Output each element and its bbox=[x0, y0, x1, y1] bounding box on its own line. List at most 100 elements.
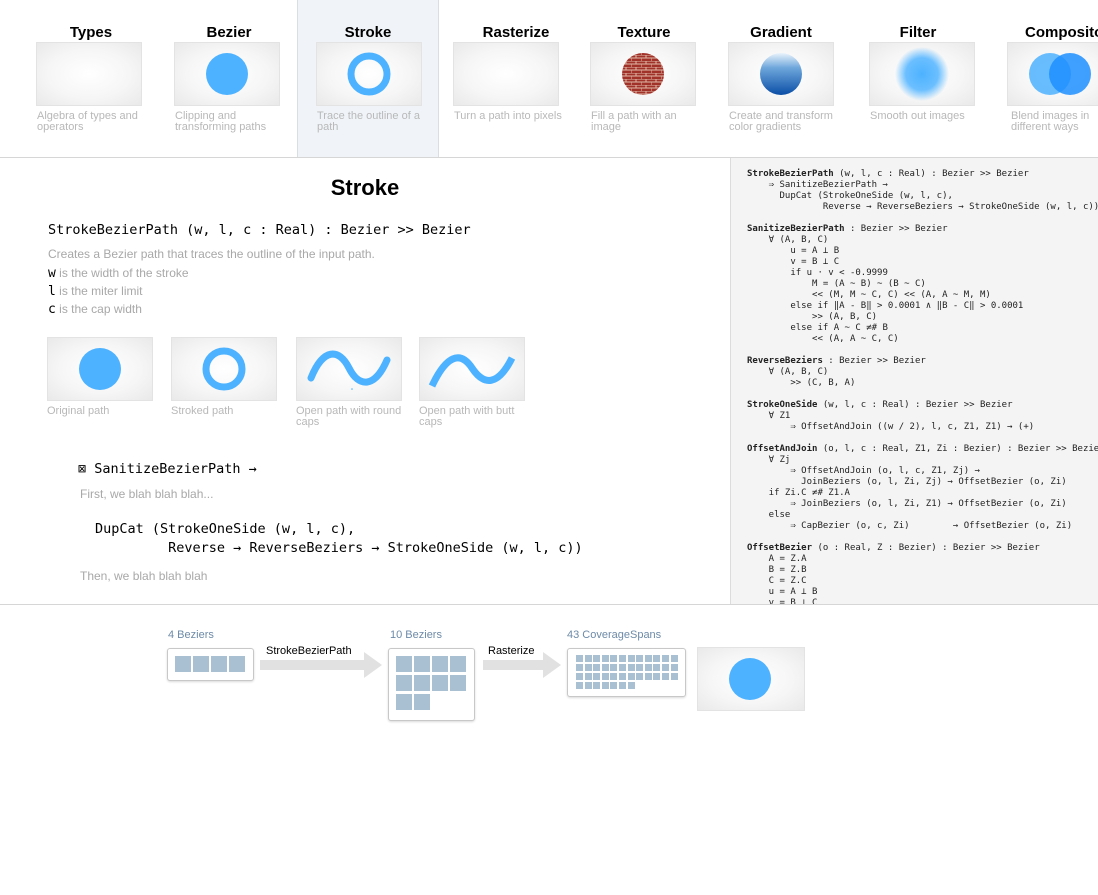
pipeline-square bbox=[636, 655, 644, 662]
code-panel-line: StrokeOneSide (w, l, c : Real) : Bezier … bbox=[747, 400, 1098, 411]
tab-stroke[interactable]: Stroke Trace the outline of a path bbox=[297, 0, 439, 157]
step-header-sanitize[interactable]: ⊠ SanitizeBezierPath → bbox=[78, 461, 257, 477]
code-text: else bbox=[747, 510, 791, 520]
step-first-note: First, we blah blah blah... bbox=[80, 487, 214, 501]
code-block: DupCat (StrokeOneSide (w, l, c), Reverse… bbox=[95, 520, 583, 558]
wave-butt-caps-icon bbox=[428, 354, 516, 388]
pipeline-square bbox=[396, 694, 412, 710]
arrow-right-icon bbox=[483, 652, 561, 678]
code-panel-line: ⇒ OffsetAndJoin (o, l, c, Z1, Zj) → bbox=[747, 466, 1098, 477]
param-text: is the miter limit bbox=[55, 284, 143, 298]
stage-label-coverage-spans: 43 CoverageSpans bbox=[567, 629, 662, 641]
tab-thumbnail-texture bbox=[590, 42, 696, 106]
code-panel-line: ReverseBeziers : Bezier >> Bezier bbox=[747, 356, 1098, 367]
tab-description: Create and transform color gradients bbox=[729, 110, 833, 133]
brick-texture-icon bbox=[622, 53, 664, 95]
tab-rasterize[interactable]: Rasterize Turn a path into pixels bbox=[437, 0, 575, 157]
tab-title: Bezier bbox=[206, 24, 252, 41]
pipeline-square bbox=[653, 655, 661, 662]
code-text: DupCat (StrokeOneSide (w, l, c), bbox=[747, 191, 953, 201]
pipeline-square bbox=[432, 675, 448, 691]
tab-title: Texture bbox=[617, 24, 671, 41]
overlapping-circles-icon bbox=[1029, 53, 1091, 95]
tab-types[interactable]: Types Algebra of types and operators bbox=[22, 0, 160, 157]
param-w: w is the width of the stroke bbox=[48, 266, 189, 281]
code-text: Reverse → ReverseBeziers → StrokeOneSide… bbox=[747, 202, 1098, 212]
tab-texture[interactable]: Texture Fill a path with an image bbox=[575, 0, 713, 157]
stage-box-10-beziers[interactable] bbox=[388, 648, 475, 721]
pipeline-square bbox=[576, 682, 583, 689]
code-panel-line: OffsetBezier (o : Real, Z : Bezier) : Be… bbox=[747, 543, 1098, 554]
code-text: : Bezier >> Bezier bbox=[844, 224, 948, 234]
code-panel-line: ∀ (A, B, C) bbox=[747, 367, 1098, 378]
tab-filter[interactable]: Filter Smooth out images bbox=[849, 0, 987, 157]
example-original-path[interactable]: Original path bbox=[47, 337, 155, 417]
example-caption: Original path bbox=[47, 405, 110, 417]
pipeline-square bbox=[610, 682, 618, 689]
pipeline-square bbox=[610, 655, 618, 662]
pipeline-square bbox=[432, 656, 448, 672]
code-panel-line bbox=[747, 345, 1098, 356]
param-name: c bbox=[48, 302, 56, 317]
pipeline-square bbox=[610, 664, 618, 671]
tab-title: Stroke bbox=[344, 24, 392, 41]
code-panel-line: >> (A, B, C) bbox=[747, 312, 1098, 323]
code-text: ⇒ JoinBeziers (o, l, Zi, Z1) → OffsetBez… bbox=[747, 499, 1067, 509]
pipeline-square bbox=[636, 673, 644, 680]
filled-circle-icon bbox=[729, 658, 771, 700]
tab-thumbnail-types bbox=[36, 42, 142, 106]
tab-composito[interactable]: Composito Blend images in different ways bbox=[987, 0, 1098, 157]
pipeline-square bbox=[593, 664, 601, 671]
tab-description: Clipping and transforming paths bbox=[175, 110, 267, 133]
pipeline-square bbox=[601, 673, 609, 680]
code-text: ∀ Z1 bbox=[747, 411, 791, 421]
code-text: ⇒ SanitizeBezierPath → bbox=[747, 180, 888, 190]
arrow-right-icon bbox=[260, 652, 382, 678]
tab-thumbnail-filter bbox=[869, 42, 975, 106]
bezier-square bbox=[175, 656, 191, 672]
stage-box-beziers[interactable] bbox=[167, 648, 254, 681]
tab-bezier[interactable]: Bezier Clipping and transforming paths bbox=[160, 0, 298, 157]
pipeline-square bbox=[584, 664, 592, 671]
tab-title: Types bbox=[69, 24, 113, 41]
code-text: >> (A, B, C) bbox=[747, 312, 878, 322]
code-function-name: SanitizeBezierPath bbox=[747, 224, 845, 234]
tab-gradient[interactable]: Gradient Create and transform color grad… bbox=[712, 0, 850, 157]
example-butt-caps[interactable]: Open path with butt caps bbox=[419, 337, 527, 428]
code-listing: StrokeBezierPath (w, l, c : Real) : Bezi… bbox=[731, 158, 1098, 604]
code-panel[interactable]: StrokeBezierPath (w, l, c : Real) : Bezi… bbox=[730, 158, 1098, 604]
code-panel-line: << (A, A ~ C, C) bbox=[747, 334, 1098, 345]
tab-thumbnail-gradient bbox=[728, 42, 834, 106]
bezier-square bbox=[229, 656, 245, 672]
code-panel-line: M = (A ~ B) ~ (B ~ C) bbox=[747, 279, 1098, 290]
code-panel-line: u = A ⊥ B bbox=[747, 587, 1098, 598]
pipeline-square bbox=[610, 673, 618, 680]
example-round-caps[interactable]: Open path with round caps bbox=[296, 337, 404, 428]
code-panel-line: OffsetAndJoin (o, l, c : Real, Z1, Zi : … bbox=[747, 444, 1098, 455]
param-text: is the cap width bbox=[55, 302, 142, 316]
stage-label-beziers: 4 Beziers bbox=[168, 629, 214, 641]
stage-box-coverage-spans[interactable] bbox=[567, 648, 686, 697]
tab-description: Turn a path into pixels bbox=[454, 110, 562, 122]
code-text: else if A ~ C ≠# B bbox=[747, 323, 888, 333]
gradient-circle-icon bbox=[760, 53, 802, 95]
step-then-note: Then, we blah blah blah bbox=[80, 569, 208, 583]
filled-circle-icon bbox=[79, 348, 121, 390]
example-caption: Open path with butt caps bbox=[419, 405, 515, 428]
tab-thumbnail-stroke bbox=[316, 42, 422, 106]
pipeline-square bbox=[396, 675, 412, 691]
code-text: : Bezier >> Bezier bbox=[822, 356, 926, 366]
pipeline-square bbox=[662, 664, 669, 671]
pipeline-square bbox=[593, 655, 601, 662]
code-function-name: ReverseBeziers bbox=[747, 356, 823, 366]
tab-description: Blend images in different ways bbox=[1011, 110, 1090, 133]
tab-description: Fill a path with an image bbox=[591, 110, 677, 133]
page-title: Stroke bbox=[330, 175, 400, 200]
param-name: l bbox=[48, 284, 56, 299]
code-panel-line: ∀ Zj bbox=[747, 455, 1098, 466]
code-text: B = Z.B bbox=[747, 565, 807, 575]
tab-description: Trace the outline of a path bbox=[317, 110, 420, 133]
code-text: JoinBeziers (o, l, Zi, Zj) → OffsetBezie… bbox=[747, 477, 1067, 487]
example-caption: Open path with round caps bbox=[296, 405, 402, 428]
example-stroked-path[interactable]: Stroked path bbox=[171, 337, 279, 417]
